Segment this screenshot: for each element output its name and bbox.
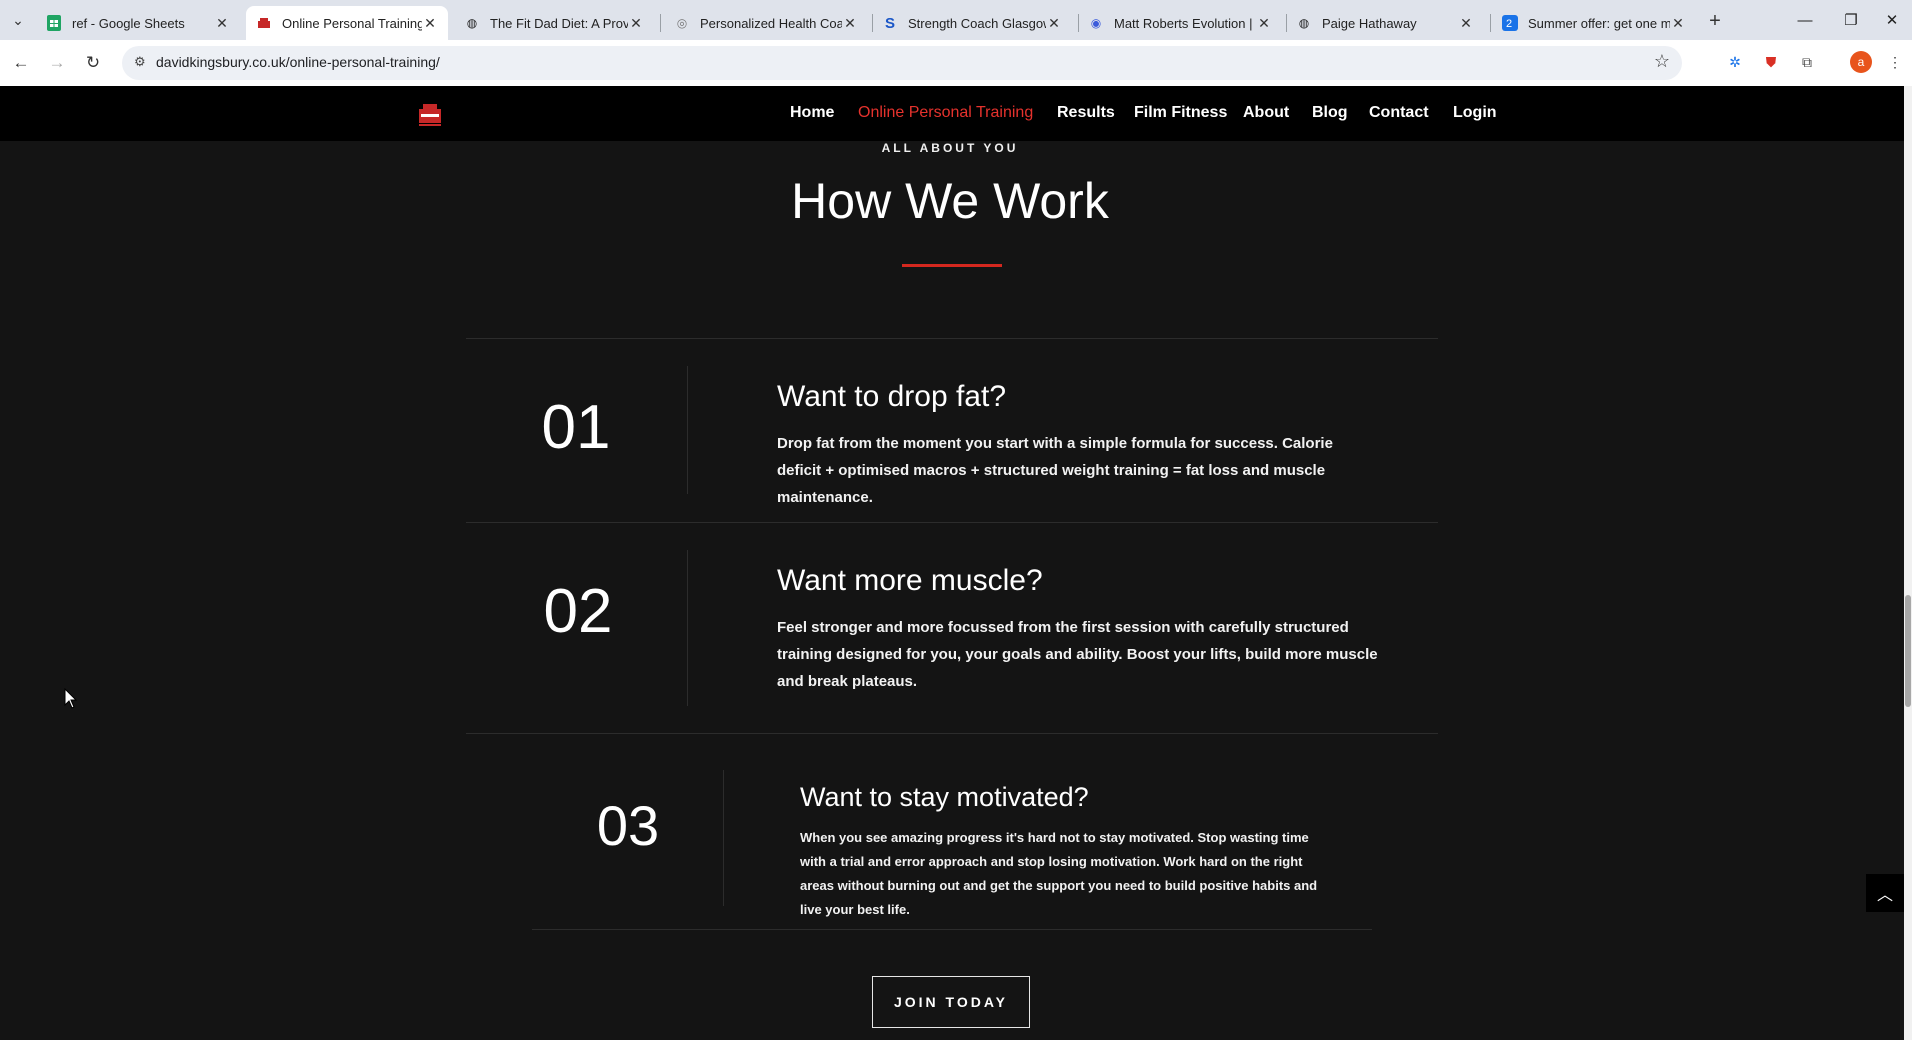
nav-online-personal-training[interactable]: Online Personal Training (858, 104, 1033, 122)
nav-blog[interactable]: Blog (1312, 104, 1348, 122)
extensions-puzzle-icon[interactable]: ⧉ (1796, 51, 1818, 73)
tab-matt-roberts[interactable]: ◉ Matt Roberts Evolution | T ✕ (1078, 6, 1282, 40)
globe-icon: ◍ (1298, 16, 1310, 30)
step-number: 01 (541, 393, 611, 462)
column-divider (723, 770, 724, 906)
scrollbar-thumb[interactable] (1905, 595, 1911, 707)
coach-icon: ◎ (676, 16, 688, 30)
section-title: How We Work (791, 173, 1109, 229)
section-eyebrow: ALL ABOUT YOU (881, 141, 1019, 155)
nav-home[interactable]: Home (790, 104, 834, 122)
tab-search-icon[interactable]: ⌄ (6, 8, 30, 32)
address-bar[interactable]: ⚙ davidkingsbury.co.uk/online-personal-t… (122, 46, 1682, 80)
tab-summer-offer[interactable]: 2 Summer offer: get one m ✕ (1492, 6, 1696, 40)
close-window-icon[interactable]: ✕ (1872, 6, 1912, 34)
sheets-icon (46, 15, 62, 31)
site-info-icon[interactable]: ⚙ (134, 54, 146, 70)
nav-about[interactable]: About (1243, 104, 1289, 122)
close-tab-icon[interactable]: ✕ (1670, 15, 1686, 32)
tab-strip: ⌄ ref - Google Sheets ✕ Online Personal … (0, 0, 1912, 40)
close-tab-icon[interactable]: ✕ (1046, 15, 1062, 32)
join-today-button[interactable]: JOIN TODAY (872, 976, 1030, 1028)
nav-contact[interactable]: Contact (1369, 104, 1429, 122)
close-tab-icon[interactable]: ✕ (1256, 15, 1272, 32)
column-divider (687, 366, 688, 494)
step-number: 02 (543, 577, 613, 646)
tab-fit-dad-diet[interactable]: ◍ The Fit Dad Diet: A Proven ✕ (454, 6, 654, 40)
back-icon[interactable]: ← (8, 50, 34, 76)
forward-icon[interactable]: → (44, 50, 70, 76)
mouse-pointer-icon (64, 687, 78, 715)
globe-icon: ◍ (466, 16, 478, 30)
tab-online-personal-training[interactable]: Online Personal Training | ✕ (246, 6, 448, 40)
close-tab-icon[interactable]: ✕ (1458, 15, 1474, 32)
svg-text:2: 2 (1506, 18, 1512, 30)
step-number: 03 (596, 794, 660, 857)
step-description: When you see amazing progress it's hard … (800, 830, 1318, 917)
address-toolbar: ← → ↻ ⚙ davidkingsbury.co.uk/online-pers… (0, 40, 1912, 87)
site-header: Home Online Personal Training Results Fi… (0, 86, 1904, 141)
close-tab-icon[interactable]: ✕ (628, 15, 644, 32)
s-logo-icon: S (884, 14, 895, 32)
nav-results[interactable]: Results (1057, 104, 1115, 122)
url-text[interactable]: davidkingsbury.co.uk/online-personal-tra… (156, 54, 440, 70)
step-title: Want to drop fat? (777, 380, 1007, 413)
tab-divider (1490, 14, 1491, 32)
kingsbury-icon (256, 15, 272, 31)
page-scrollbar[interactable] (1904, 86, 1912, 1040)
close-tab-icon[interactable]: ✕ (422, 15, 438, 32)
step-title: Want to stay motivated? (800, 782, 1089, 812)
site-logo[interactable] (416, 100, 444, 128)
step-title: Want more muscle? (777, 564, 1043, 597)
tab-divider (660, 14, 661, 32)
column-divider (687, 550, 688, 706)
nav-film-fitness[interactable]: Film Fitness (1134, 104, 1227, 122)
tab-google-sheets[interactable]: ref - Google Sheets ✕ (36, 6, 240, 40)
nav-login[interactable]: Login (1453, 104, 1497, 122)
minimize-icon[interactable]: — (1782, 6, 1828, 34)
profile-avatar[interactable]: a (1850, 51, 1872, 73)
new-tab-icon[interactable]: + (1702, 8, 1728, 34)
row-divider (466, 733, 1438, 734)
row-divider (466, 522, 1438, 523)
step-description: Drop fat from the moment you start with … (777, 435, 1333, 506)
scroll-to-top-chevron-up-icon[interactable]: ︿ (1866, 874, 1904, 912)
close-tab-icon[interactable]: ✕ (214, 15, 230, 32)
tab-paige-hathaway[interactable]: ◍ Paige Hathaway ✕ (1286, 6, 1484, 40)
tab-personalized-health-coach[interactable]: ◎ Personalized Health Coach ✕ (664, 6, 868, 40)
mr-logo-icon: ◉ (1090, 16, 1102, 30)
extension-icon[interactable]: ✲ (1724, 51, 1746, 73)
title-accent-divider (902, 264, 1002, 267)
step-description: Feel stronger and more focussed from the… (777, 619, 1378, 690)
shield-extension-icon[interactable]: ⛊ (1760, 51, 1782, 73)
restore-icon[interactable]: ❐ (1828, 6, 1874, 34)
bookmark-star-icon[interactable]: ☆ (1654, 51, 1670, 72)
row-divider (532, 929, 1372, 930)
tab-strength-coach-glasgow[interactable]: S Strength Coach Glasgow ✕ (872, 6, 1072, 40)
reload-icon[interactable]: ↻ (80, 50, 106, 76)
menu-kebab-icon[interactable]: ⋮ (1884, 51, 1906, 73)
offer-icon: 2 (1502, 15, 1518, 31)
row-divider (466, 338, 1438, 339)
close-tab-icon[interactable]: ✕ (842, 15, 858, 32)
